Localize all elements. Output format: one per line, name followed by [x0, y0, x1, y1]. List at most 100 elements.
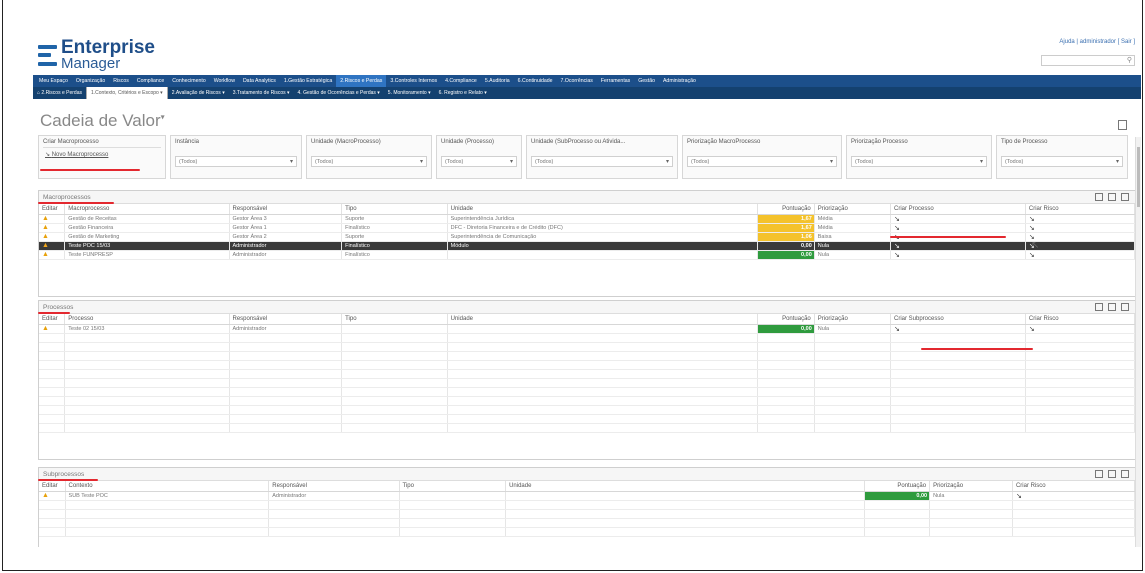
- create-arrow-icon[interactable]: ↘: [894, 252, 900, 259]
- subnav-item[interactable]: 2.Avaliação de Riscos ▾: [168, 87, 229, 99]
- nav-item[interactable]: 1.Gestão Estratégica: [280, 75, 336, 87]
- create-cell[interactable]: ↘: [1025, 250, 1136, 260]
- filter-select[interactable]: (Todos): [1001, 156, 1123, 167]
- edit-cell[interactable]: ▲: [39, 324, 66, 334]
- edit-cell[interactable]: ▲: [39, 223, 66, 233]
- edit-cell[interactable]: ▲: [39, 214, 66, 224]
- filter-select[interactable]: (Todos): [687, 156, 837, 167]
- pencil-icon[interactable]: ▲: [42, 251, 49, 258]
- create-cell[interactable]: ↘: [1025, 223, 1136, 233]
- nav-item[interactable]: Conhecimento: [168, 75, 209, 87]
- nav-item[interactable]: 2.Riscos e Perdas: [336, 75, 387, 87]
- column-header[interactable]: Priorização: [814, 314, 892, 325]
- filter-select[interactable]: (Todos): [175, 156, 297, 167]
- create-arrow-icon[interactable]: ↘: [894, 243, 900, 250]
- subnav-item[interactable]: 1.Contexto, Critérios e Escopo ▾: [85, 87, 168, 99]
- nav-item[interactable]: 3.Controles Internos: [386, 75, 441, 87]
- column-header[interactable]: Responsável: [268, 481, 400, 492]
- column-header[interactable]: Tipo: [399, 481, 507, 492]
- columns-icon[interactable]: [1121, 193, 1129, 201]
- title-dropdown-icon[interactable]: ▾: [161, 112, 165, 121]
- nav-item[interactable]: Ferramentas: [597, 75, 634, 87]
- filter-select[interactable]: (Todos): [311, 156, 427, 167]
- table-row[interactable]: ▲ Teste FUNPRESP Administrador Finalístico 0…: [39, 250, 1136, 260]
- export-icon[interactable]: [1095, 470, 1103, 478]
- column-header[interactable]: Criar Subprocesso: [890, 314, 1026, 325]
- nav-item[interactable]: 7.Ocorrências: [557, 75, 597, 87]
- column-header[interactable]: Priorização: [929, 481, 1013, 492]
- create-arrow-icon[interactable]: ↘: [1029, 225, 1035, 232]
- filter-icon[interactable]: [1108, 193, 1116, 201]
- table-row[interactable]: ▲ Teste POC 15/03 Administrador Finalístico…: [39, 241, 1136, 251]
- create-cell[interactable]: ↘: [1012, 491, 1136, 501]
- nav-item[interactable]: 4.Compliance: [441, 75, 481, 87]
- nav-item[interactable]: 5.Auditoria: [481, 75, 514, 87]
- subnav-item[interactable]: 5. Monitoramento ▾: [384, 87, 435, 99]
- user-links[interactable]: Ajuda | administrador [ Sair ]: [1059, 39, 1135, 45]
- create-cell[interactable]: ↘: [890, 223, 1026, 233]
- nav-item[interactable]: Organização: [72, 75, 109, 87]
- subnav-item[interactable]: ⌂ 2.Riscos e Perdas: [33, 87, 86, 99]
- create-cell[interactable]: ↘: [890, 250, 1026, 260]
- column-header[interactable]: Responsável: [229, 314, 343, 325]
- create-arrow-icon[interactable]: ↘: [894, 216, 900, 223]
- create-arrow-icon[interactable]: ↘: [1029, 252, 1035, 259]
- edit-cell[interactable]: ▲: [39, 491, 66, 501]
- column-header[interactable]: Macroprocesso: [64, 204, 230, 215]
- table-row[interactable]: ▲ SUB Teste POC Administrador 0,00 Nula ↘: [39, 491, 1136, 501]
- brand-logo[interactable]: Enterprise Manager: [38, 37, 155, 73]
- global-search-input[interactable]: ⚲: [1041, 55, 1135, 66]
- table-row[interactable]: ▲ Gestão de Receitas Gestor Área 3 Suporte S…: [39, 214, 1136, 224]
- create-arrow-icon[interactable]: ↘: [1016, 493, 1022, 500]
- create-arrow-icon[interactable]: ↘: [894, 326, 900, 333]
- column-header[interactable]: Tipo: [341, 204, 448, 215]
- column-header[interactable]: Pontuação: [757, 204, 815, 215]
- create-cell[interactable]: ↘: [1025, 324, 1136, 334]
- scrollbar[interactable]: [1135, 137, 1141, 547]
- subnav-item[interactable]: 6. Registro e Relato ▾: [435, 87, 491, 99]
- column-header[interactable]: Unidade: [505, 481, 865, 492]
- nav-item[interactable]: 6.Continuidade: [514, 75, 557, 87]
- column-header[interactable]: Editar: [39, 314, 66, 325]
- nav-item[interactable]: Workflow: [210, 75, 239, 87]
- create-cell[interactable]: ↘: [1025, 241, 1136, 251]
- pencil-icon[interactable]: ▲: [42, 242, 49, 249]
- subnav-item[interactable]: 3.Tratamento de Riscos ▾: [229, 87, 294, 99]
- create-arrow-icon[interactable]: ↘: [894, 225, 900, 232]
- nav-item[interactable]: Meu Espaço: [35, 75, 72, 87]
- edit-cell[interactable]: ▲: [39, 241, 66, 251]
- create-cell[interactable]: ↘: [890, 324, 1026, 334]
- column-header[interactable]: Tipo: [341, 314, 448, 325]
- export-icon[interactable]: [1095, 193, 1103, 201]
- pencil-icon[interactable]: ▲: [42, 215, 49, 222]
- column-header[interactable]: Criar Risco: [1025, 204, 1136, 215]
- column-header[interactable]: Processo: [64, 314, 230, 325]
- pencil-icon[interactable]: ▲: [42, 325, 49, 332]
- nav-item[interactable]: Gestão: [634, 75, 659, 87]
- column-header[interactable]: Editar: [39, 204, 66, 215]
- filter-select[interactable]: (Todos): [441, 156, 517, 167]
- new-macroprocess-link[interactable]: ↘ Novo Macroprocesso: [43, 147, 161, 161]
- column-header[interactable]: Unidade: [447, 314, 759, 325]
- filter-icon[interactable]: [1108, 470, 1116, 478]
- column-header[interactable]: Responsável: [229, 204, 343, 215]
- create-cell[interactable]: ↘: [890, 241, 1026, 251]
- columns-icon[interactable]: [1121, 303, 1129, 311]
- pencil-icon[interactable]: ▲: [42, 492, 49, 499]
- column-header[interactable]: Criar Risco: [1012, 481, 1136, 492]
- column-header[interactable]: Pontuação: [757, 314, 815, 325]
- columns-icon[interactable]: [1121, 470, 1129, 478]
- nav-item[interactable]: Data Analytics: [239, 75, 280, 87]
- pencil-icon[interactable]: ▲: [42, 233, 49, 240]
- column-header[interactable]: Contexto: [65, 481, 270, 492]
- column-header[interactable]: Priorização: [814, 204, 892, 215]
- column-header[interactable]: Editar: [39, 481, 66, 492]
- nav-item[interactable]: Compliance: [133, 75, 168, 87]
- table-row[interactable]: ▲ Gestão Financeira Gestor Área 1 Finalísti…: [39, 223, 1136, 233]
- column-header[interactable]: Unidade: [447, 204, 759, 215]
- filter-select[interactable]: (Todos): [531, 156, 673, 167]
- create-arrow-icon[interactable]: ↘: [1029, 216, 1035, 223]
- create-cell[interactable]: ↘: [890, 214, 1026, 224]
- column-header[interactable]: Pontuação: [864, 481, 931, 492]
- table-row[interactable]: ▲ Teste 02 15/03 Administrador 0,00 Nula ↘ ↘: [39, 324, 1136, 334]
